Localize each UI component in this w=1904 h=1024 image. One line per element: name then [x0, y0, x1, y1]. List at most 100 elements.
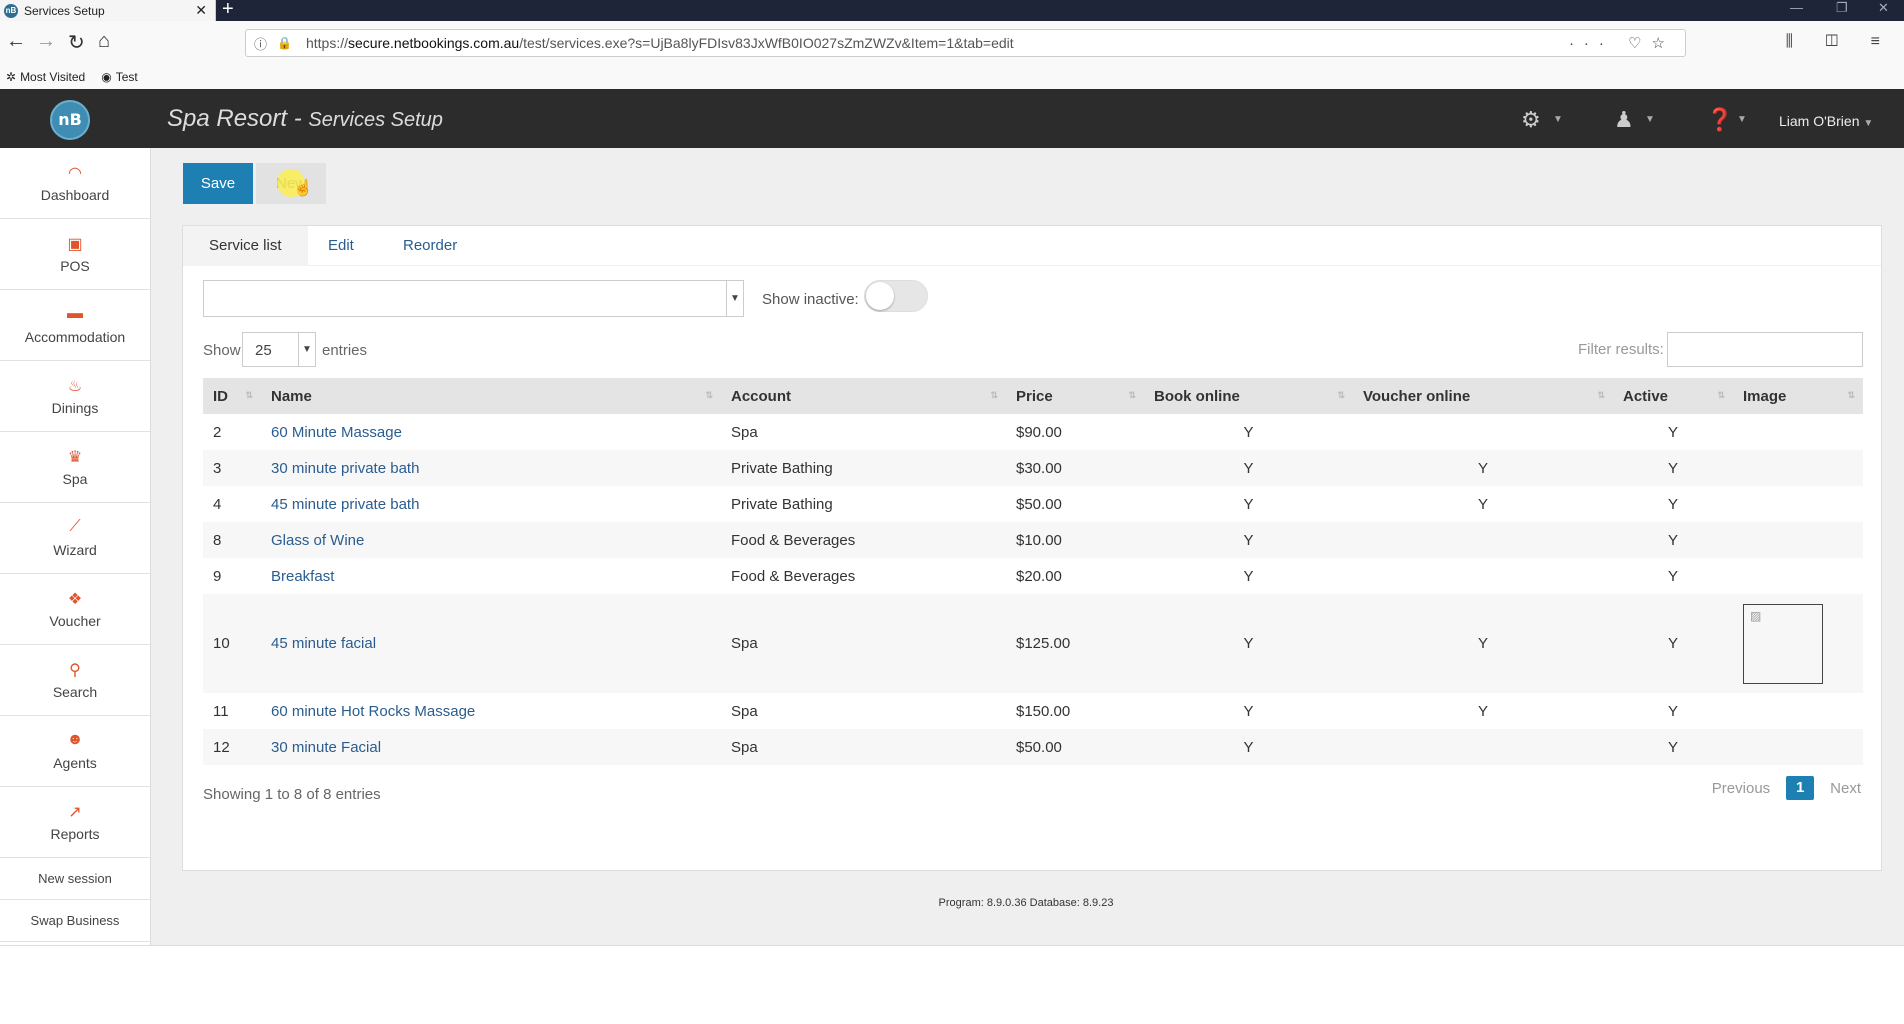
chevron-down-icon[interactable]: ▼	[1645, 114, 1655, 125]
service-name-link[interactable]: 30 minute private bath	[271, 460, 419, 477]
sidebar-item-voucher[interactable]: ❖ Voucher	[0, 574, 150, 645]
sidebar-item-search[interactable]: ⚲ Search	[0, 645, 150, 716]
bookmarks-bar: ✲ Most Visited ◉ Test	[0, 64, 1904, 89]
back-icon[interactable]: ←	[6, 30, 26, 53]
bed-icon: ▬	[67, 305, 83, 322]
filter-input[interactable]	[1667, 332, 1863, 367]
service-name-link[interactable]: 45 minute facial	[271, 635, 376, 652]
library-sidebar-menu-icons[interactable]: ⫼ ◫ ≡	[1786, 33, 1894, 51]
page-actions-icon[interactable]: ··· ♡☆	[1569, 34, 1675, 52]
page-length-select[interactable]: 25 ▼	[242, 332, 316, 367]
services-table: ID ⇅ Name ⇅ Account ⇅ Price ⇅ Book online ⇅ V…	[203, 378, 1863, 765]
table-row[interactable]: 3 30 minute private bath Private Bathing…	[203, 450, 1863, 486]
tab-bar: Service list Edit Reorder	[183, 226, 1881, 266]
browser-nav-bar: ← → ↻ ⌂ ⓘ 🔒 https://secure.netbookings.c…	[0, 21, 1904, 69]
url-bar[interactable]: ⓘ 🔒 https://secure.netbookings.com.au/te…	[245, 29, 1686, 57]
home-icon[interactable]: ⌂	[98, 30, 110, 53]
toggle-knob	[866, 282, 894, 310]
column-header-image[interactable]: Image ⇅	[1733, 378, 1863, 414]
column-header-name[interactable]: Name ⇅	[261, 378, 721, 414]
bookmark-test[interactable]: ◉ Test	[101, 70, 138, 84]
table-row[interactable]: 9 Breakfast Food & Beverages $20.00 Y Y	[203, 558, 1863, 594]
main-content: Save New ☝ Service list Edit Reorder ▼ S…	[151, 148, 1904, 945]
bookmark-most-visited[interactable]: ✲ Most Visited	[6, 70, 85, 84]
show-inactive-label: Show inactive:	[762, 291, 859, 308]
service-name-link[interactable]: 60 Minute Massage	[271, 424, 402, 441]
new-tab-icon[interactable]: +	[222, 0, 234, 21]
url-text[interactable]: https://secure.netbookings.com.au/test/s…	[306, 35, 1014, 51]
column-header-active[interactable]: Active ⇅	[1613, 378, 1733, 414]
service-name-link[interactable]: Breakfast	[271, 568, 334, 585]
sidebar-item-reports[interactable]: ↗ Reports	[0, 787, 150, 858]
table-info: Showing 1 to 8 of 8 entries	[203, 786, 381, 803]
dining-icon: ♨	[67, 378, 83, 395]
browser-tab[interactable]: nB Services Setup ✕	[0, 0, 216, 21]
service-name-link[interactable]: 30 minute Facial	[271, 739, 381, 756]
wand-icon: ⟋	[69, 518, 81, 535]
services-panel: Service list Edit Reorder ▼ Show inactiv…	[182, 225, 1882, 871]
chart-icon: ↗	[68, 804, 82, 821]
tab-edit[interactable]: Edit	[328, 226, 354, 266]
service-image-thumbnail[interactable]: ▨	[1743, 603, 1823, 684]
sidebar-item-pos[interactable]: ▣ POS	[0, 219, 150, 290]
pos-icon: ▣	[67, 236, 83, 253]
column-header-id[interactable]: ID ⇅	[203, 378, 261, 414]
chevron-down-icon[interactable]: ▼	[1737, 114, 1747, 125]
app-logo[interactable]: nB	[50, 100, 90, 140]
browser-tab-title: Services Setup	[24, 3, 105, 18]
sidebar-item-agents[interactable]: ☻ Agents	[0, 716, 150, 787]
sidebar-item-spa[interactable]: ♛ Spa	[0, 432, 150, 503]
account-select[interactable]: ▼	[203, 280, 744, 317]
lock-icon[interactable]: 🔒	[277, 36, 292, 50]
column-header-book-online[interactable]: Book online ⇅	[1144, 378, 1353, 414]
table-header-row: ID ⇅ Name ⇅ Account ⇅ Price ⇅ Book online ⇅ V…	[203, 378, 1863, 414]
filter-label: Filter results:	[1578, 341, 1664, 358]
broken-image-icon: ▨	[1750, 608, 1762, 623]
sidebar-item-dinings[interactable]: ♨ Dinings	[0, 361, 150, 432]
reload-icon[interactable]: ↻	[68, 30, 85, 55]
column-header-account[interactable]: Account ⇅	[721, 378, 1006, 414]
show-inactive-toggle[interactable]	[864, 280, 928, 312]
sidebar-item-accommodation[interactable]: ▬ Accommodation	[0, 290, 150, 361]
service-name-link[interactable]: 45 minute private bath	[271, 496, 419, 513]
table-row[interactable]: 8 Glass of Wine Food & Beverages $10.00 …	[203, 522, 1863, 558]
forward-icon[interactable]: →	[36, 30, 56, 53]
page-button-current[interactable]: 1	[1786, 776, 1815, 800]
new-session-link[interactable]: New session	[0, 858, 150, 900]
app-header: nB Spa Resort - Services Setup ⚙ ▼ ♟ ▼ ❓…	[0, 89, 1904, 148]
agent-icon: ☻	[66, 731, 84, 748]
service-name-link[interactable]: 60 minute Hot Rocks Massage	[271, 703, 475, 720]
close-tab-icon[interactable]: ✕	[195, 2, 207, 19]
tab-reorder[interactable]: Reorder	[403, 226, 457, 266]
table-row[interactable]: 4 45 minute private bath Private Bathing…	[203, 486, 1863, 522]
table-row[interactable]: 12 30 minute Facial Spa $50.00 Y Y	[203, 729, 1863, 765]
column-header-voucher-online[interactable]: Voucher online ⇅	[1353, 378, 1613, 414]
window-close-icon[interactable]: ✕	[1878, 0, 1889, 16]
settings-icon[interactable]: ⚙	[1521, 107, 1541, 133]
site-info-icon[interactable]: ⓘ	[254, 34, 267, 53]
previous-page-button[interactable]: Previous	[1712, 780, 1770, 797]
next-page-button[interactable]: Next	[1830, 780, 1861, 797]
table-row[interactable]: 2 60 Minute Massage Spa $90.00 Y Y	[203, 414, 1863, 450]
table-row[interactable]: 10 45 minute facial Spa $125.00 Y Y Y ▨	[203, 594, 1863, 693]
bottom-area	[0, 945, 1904, 1024]
gear-icon: ✲	[6, 69, 17, 84]
minimize-icon[interactable]: —	[1790, 0, 1803, 15]
user-menu[interactable]: Liam O'Brien ▼	[1779, 113, 1873, 129]
dashboard-icon: ◠	[68, 165, 82, 182]
agent-icon[interactable]: ♟	[1614, 107, 1634, 133]
sidebar-item-wizard[interactable]: ⟋ Wizard	[0, 503, 150, 574]
tab-service-list[interactable]: Service list	[183, 226, 308, 266]
save-button[interactable]: Save	[183, 163, 253, 204]
entries-label: entries	[322, 342, 368, 359]
sidebar-item-dashboard[interactable]: ◠ Dashboard	[0, 148, 150, 219]
browser-tab-bar: nB Services Setup ✕ + — ❐ ✕	[0, 0, 1904, 21]
table-row[interactable]: 11 60 minute Hot Rocks Massage Spa $150.…	[203, 693, 1863, 729]
service-name-link[interactable]: Glass of Wine	[271, 532, 364, 549]
chevron-down-icon: ▼	[298, 333, 315, 366]
restore-icon[interactable]: ❐	[1836, 0, 1848, 16]
swap-business-link[interactable]: Swap Business	[0, 900, 150, 942]
column-header-price[interactable]: Price ⇅	[1006, 378, 1144, 414]
chevron-down-icon[interactable]: ▼	[1553, 114, 1563, 125]
help-icon[interactable]: ❓	[1706, 107, 1733, 133]
